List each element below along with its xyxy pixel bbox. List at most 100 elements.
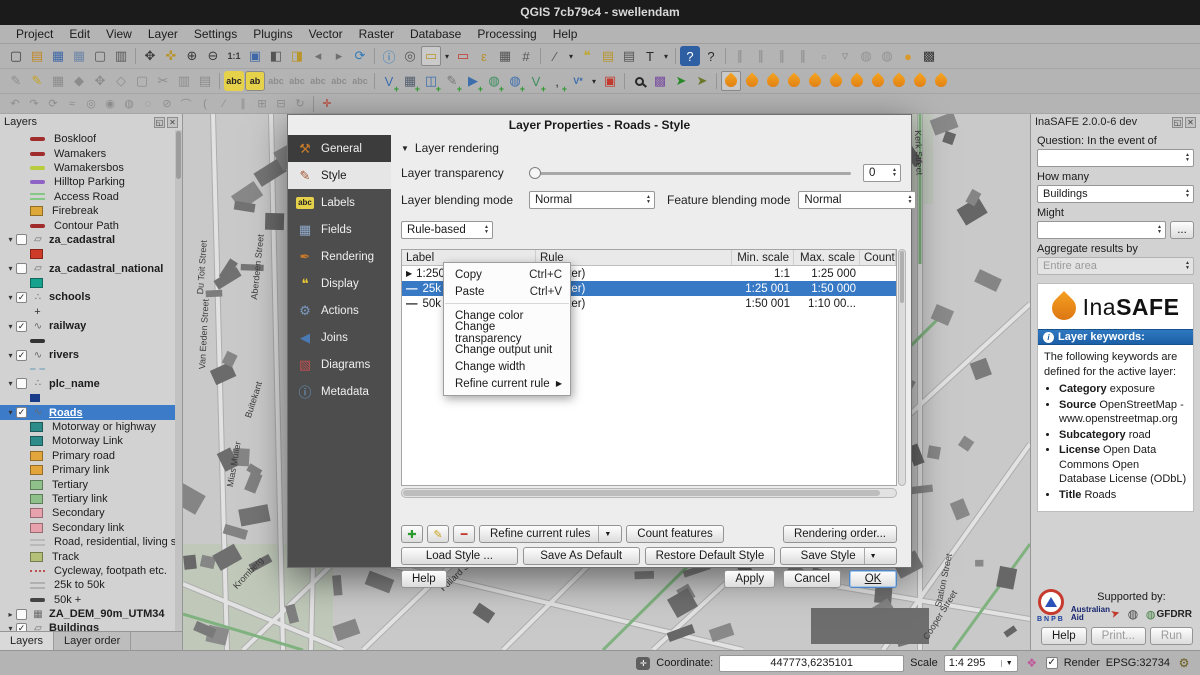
layer-item-road-residential-living-street-[interactable]: Road, residential, living street, ...: [0, 535, 182, 549]
open-attribute-table-icon[interactable]: ▦: [495, 46, 515, 66]
window-titlebar[interactable]: QGIS 7cb79c4 - swellendam: [0, 0, 1200, 25]
menu-edit[interactable]: Edit: [61, 25, 98, 44]
collapse-arrow-icon[interactable]: ▼: [401, 144, 409, 153]
layer-item-tertiary[interactable]: Tertiary: [0, 477, 182, 491]
select-dropdown-icon[interactable]: ▾: [442, 46, 452, 66]
layer-item[interactable]: +: [0, 305, 182, 319]
hazard-select[interactable]: [1037, 149, 1194, 167]
help-button[interactable]: Help: [401, 570, 447, 588]
menu-layer[interactable]: Layer: [140, 25, 186, 44]
plugin-installer-icon[interactable]: ➤: [671, 71, 691, 91]
toggle-editing-icon[interactable]: ✎: [27, 71, 47, 91]
expander-icon[interactable]: ▾: [5, 235, 16, 244]
layers-scrollbar[interactable]: [175, 130, 182, 631]
zoom-full-icon[interactable]: ▣: [245, 46, 265, 66]
menu-raster[interactable]: Raster: [351, 25, 402, 44]
add-spatialite-layer-icon[interactable]: ✎: [442, 71, 462, 91]
expander-icon[interactable]: ▾: [5, 408, 16, 417]
select-rectangle-icon[interactable]: ▭: [421, 46, 441, 66]
rules-horizontal-scrollbar[interactable]: [401, 488, 897, 498]
menu-vector[interactable]: Vector: [301, 25, 351, 44]
layer-visibility-checkbox[interactable]: [16, 234, 27, 245]
layer-item-wamakersbos[interactable]: Wamakersbos: [0, 161, 182, 175]
expander-icon[interactable]: ▾: [5, 322, 16, 331]
ok-button[interactable]: OK: [849, 570, 897, 588]
layer-item-motorway-link[interactable]: Motorway Link: [0, 434, 182, 448]
exposure-select[interactable]: Buildings: [1037, 185, 1194, 203]
dialog-tab-joins[interactable]: ◀Joins: [288, 324, 391, 351]
layer-labeling-rules-icon[interactable]: ab: [245, 71, 265, 91]
menu-plugins[interactable]: Plugins: [245, 25, 300, 44]
zoom-next-icon[interactable]: ▸: [329, 46, 349, 66]
show-bookmarks-icon[interactable]: ▤: [619, 46, 639, 66]
inasafe-minimum-needs-icon[interactable]: [826, 71, 846, 91]
layer-item-plc-name[interactable]: ▾∴plc_name: [0, 377, 182, 391]
apply-button[interactable]: Apply: [724, 570, 775, 588]
pan-map-icon[interactable]: ✥: [140, 46, 160, 66]
new-project-icon[interactable]: ▢: [6, 46, 26, 66]
layer-item-primary-road[interactable]: Primary road: [0, 449, 182, 463]
expander-icon[interactable]: ▾: [5, 624, 16, 631]
inasafe-dock-icon[interactable]: [721, 71, 741, 91]
panel-tab-layers[interactable]: Layers: [0, 632, 54, 650]
layer-visibility-checkbox[interactable]: [16, 609, 27, 620]
float-panel-icon[interactable]: ◱: [1172, 117, 1183, 128]
layer-item-25k-to-50k[interactable]: 25k to 50k: [0, 578, 182, 592]
python-console-icon[interactable]: ➤: [692, 71, 712, 91]
inasafe-help-button[interactable]: Help: [1041, 627, 1087, 645]
blend-mode-select[interactable]: Normal: [529, 191, 655, 209]
layer-item-motorway-or-highway[interactable]: Motorway or highway: [0, 420, 182, 434]
layer-item-contour-path[interactable]: Contour Path: [0, 218, 182, 232]
layer-visibility-checkbox[interactable]: ✓: [16, 407, 27, 418]
layer-item-secondary[interactable]: Secondary: [0, 506, 182, 520]
open-project-icon[interactable]: ▤: [27, 46, 47, 66]
scale-select[interactable]: 1:4 295▼: [944, 655, 1018, 672]
dialog-tab-rendering[interactable]: ✒Rendering: [288, 243, 391, 270]
save-as-default-button[interactable]: Save As Default: [523, 547, 640, 565]
layer-item-railway[interactable]: ▾✓∿railway: [0, 319, 182, 333]
layer-item[interactable]: [0, 391, 182, 405]
rules-vertical-scrollbar[interactable]: [898, 249, 906, 486]
menu-database[interactable]: Database: [402, 25, 469, 44]
menu-settings[interactable]: Settings: [186, 25, 245, 44]
layer-item-roads[interactable]: ▾✓∿Roads: [0, 405, 182, 419]
metasearch-icon[interactable]: ▩: [650, 71, 670, 91]
map-refresh-icon[interactable]: ⟳: [350, 46, 370, 66]
add-wms-layer-icon[interactable]: ◍: [505, 71, 525, 91]
pan-to-selection-icon[interactable]: ✜: [161, 46, 181, 66]
new-print-composer-icon[interactable]: ▢: [90, 46, 110, 66]
inasafe-impact-wizard-icon[interactable]: [784, 71, 804, 91]
zoom-in-icon[interactable]: ⊕: [182, 46, 202, 66]
layer-item-za-dem-90m-utm34[interactable]: ▸▦ZA_DEM_90m_UTM34: [0, 607, 182, 621]
layer-item[interactable]: [0, 362, 182, 376]
identify-features-icon[interactable]: ⓘ: [379, 46, 399, 66]
new-layer-dropdown-icon[interactable]: ▾: [589, 71, 599, 91]
function-options-button[interactable]: ...: [1170, 221, 1194, 239]
context-menu-change-transparency[interactable]: Change transparency: [444, 324, 570, 341]
load-style-button[interactable]: Load Style ...: [401, 547, 518, 565]
save-project-icon[interactable]: ▦: [48, 46, 68, 66]
column-header-min-scale[interactable]: Min. scale: [732, 250, 794, 265]
context-menu-refine-current-rule[interactable]: Refine current rule▶: [444, 375, 570, 392]
inasafe-batch-runner-icon[interactable]: [889, 71, 909, 91]
column-header-max-scale[interactable]: Max. scale: [794, 250, 860, 265]
menu-help[interactable]: Help: [545, 25, 586, 44]
save-project-as-icon[interactable]: ▦: [69, 46, 89, 66]
count-features-button[interactable]: Count features: [626, 525, 723, 543]
inasafe-keywords-editor-icon[interactable]: [742, 71, 762, 91]
zoom-native-icon[interactable]: 1:1: [224, 46, 244, 66]
add-vector-layer-icon[interactable]: V: [379, 71, 399, 91]
layer-item-za-cadastral-national[interactable]: ▾▱za_cadastral_national: [0, 262, 182, 276]
annotation-dropdown-icon[interactable]: ▾: [661, 46, 671, 66]
inasafe-osm-downloader-icon[interactable]: [931, 71, 951, 91]
context-menu-paste[interactable]: PasteCtrl+V: [444, 283, 570, 300]
expander-icon[interactable]: ▶: [406, 269, 412, 278]
restore-default-style-button[interactable]: Restore Default Style: [645, 547, 776, 565]
feature-blend-select[interactable]: Normal: [798, 191, 916, 209]
layer-item-wamakers[interactable]: Wamakers: [0, 146, 182, 160]
magnifier-icon[interactable]: ❖: [1024, 655, 1040, 671]
zoom-to-layer-icon[interactable]: ◧: [266, 46, 286, 66]
field-calculator-icon[interactable]: #: [516, 46, 536, 66]
layer-visibility-checkbox[interactable]: ✓: [16, 623, 27, 631]
inasafe-save-scenario-icon[interactable]: [910, 71, 930, 91]
